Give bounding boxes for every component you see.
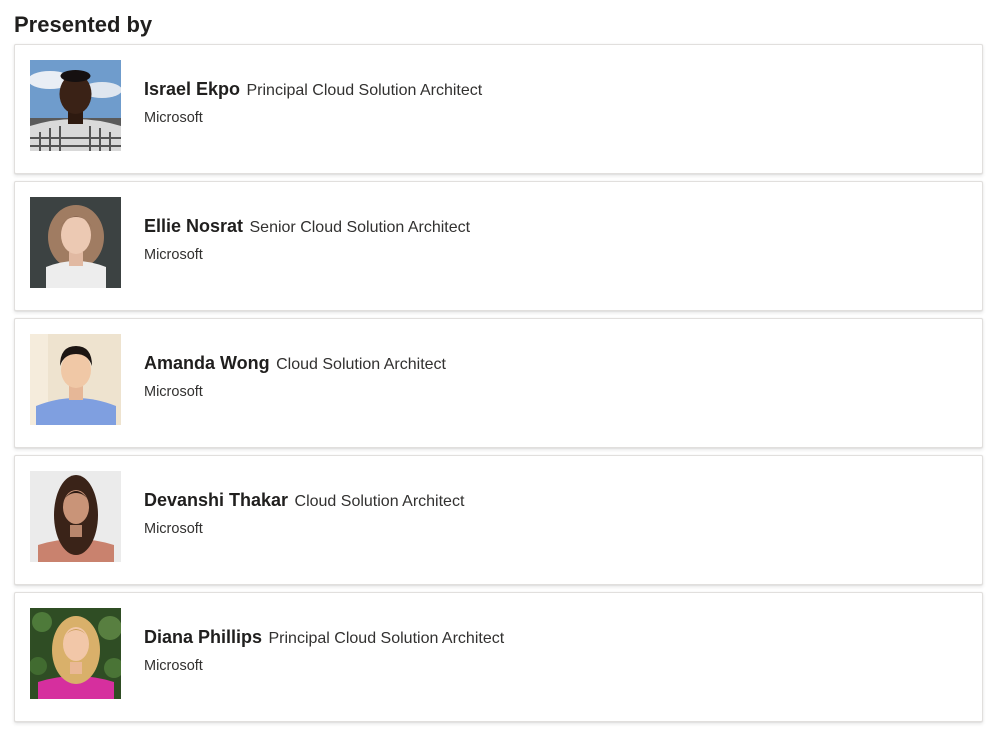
- presenter-organization: Microsoft: [144, 521, 203, 537]
- presenter-info: Israel Ekpo Principal Cloud Solution Arc…: [144, 78, 962, 127]
- presenter-organization: Microsoft: [144, 110, 203, 126]
- avatar-photo-icon: [30, 608, 121, 699]
- presenter-card: Devanshi Thakar Cloud Solution Architect…: [14, 455, 983, 585]
- presenter-name[interactable]: Devanshi Thakar: [144, 490, 288, 510]
- presenter-photo[interactable]: [30, 334, 121, 425]
- presenter-title: Principal Cloud Solution Architect: [268, 630, 505, 647]
- presenter-name[interactable]: Ellie Nosrat: [144, 216, 243, 236]
- presenters-section: Presented by Israel Ekpo Principal Cloud…: [14, 10, 984, 729]
- presenter-photo[interactable]: [30, 608, 121, 699]
- avatar-photo-icon: [30, 197, 121, 288]
- presenter-photo[interactable]: [30, 471, 121, 562]
- presenter-info: Diana Phillips Principal Cloud Solution …: [144, 626, 962, 675]
- presenter-photo[interactable]: [30, 197, 121, 288]
- presenter-organization: Microsoft: [144, 384, 203, 400]
- presenter-card: Amanda Wong Cloud Solution Architect Mic…: [14, 318, 983, 448]
- presenter-photo[interactable]: [30, 60, 121, 151]
- presenter-organization: Microsoft: [144, 658, 203, 674]
- avatar-photo-icon: [30, 60, 121, 151]
- section-heading: Presented by: [14, 12, 153, 37]
- avatar-photo-icon: [30, 334, 121, 425]
- presenter-list: Israel Ekpo Principal Cloud Solution Arc…: [14, 44, 984, 722]
- presenter-info: Ellie Nosrat Senior Cloud Solution Archi…: [144, 215, 962, 264]
- presenter-title: Cloud Solution Architect: [276, 356, 446, 373]
- presenter-name[interactable]: Israel Ekpo: [144, 79, 240, 99]
- presenter-title: Senior Cloud Solution Architect: [249, 219, 471, 236]
- presenter-info: Amanda Wong Cloud Solution Architect Mic…: [144, 352, 962, 401]
- presenter-name[interactable]: Amanda Wong: [144, 353, 270, 373]
- avatar-photo-icon: [30, 471, 121, 562]
- presenter-card: Israel Ekpo Principal Cloud Solution Arc…: [14, 44, 983, 174]
- presenter-info: Devanshi Thakar Cloud Solution Architect…: [144, 489, 962, 538]
- presenter-organization: Microsoft: [144, 247, 203, 263]
- presenter-title: Cloud Solution Architect: [294, 493, 465, 510]
- presenter-card: Diana Phillips Principal Cloud Solution …: [14, 592, 983, 722]
- presenter-name[interactable]: Diana Phillips: [144, 627, 262, 647]
- presenter-title: Principal Cloud Solution Architect: [246, 82, 483, 99]
- presenter-card: Ellie Nosrat Senior Cloud Solution Archi…: [14, 181, 983, 311]
